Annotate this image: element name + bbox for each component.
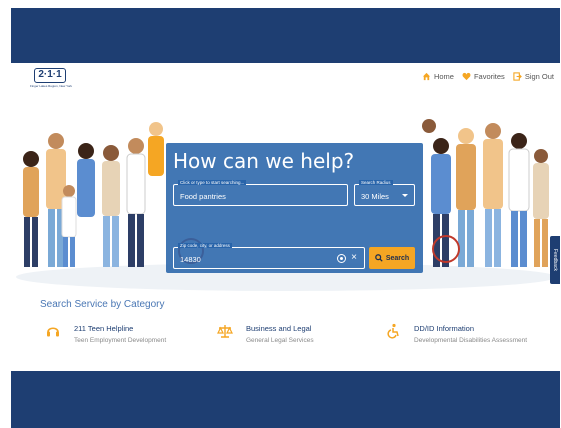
wheelchair-icon bbox=[387, 323, 399, 339]
chevron-down-icon bbox=[402, 194, 408, 197]
category-item-teen-helpline[interactable]: 211 Teen Helpline Teen Employment Develo… bbox=[45, 321, 205, 351]
service-search-label: Click or type to start searching... bbox=[178, 180, 247, 185]
search-heading: How can we help? bbox=[173, 149, 355, 173]
service-search-input[interactable]: Click or type to start searching... Food… bbox=[173, 180, 348, 206]
category-title: DD/ID Information bbox=[414, 324, 475, 333]
logo-tagline: Finger Lakes Region, New York bbox=[30, 84, 73, 88]
search-icon bbox=[374, 254, 383, 262]
locate-icon[interactable] bbox=[337, 254, 346, 263]
screenshot-frame: 2·1·1 Finger Lakes Region, New York Home… bbox=[0, 0, 561, 428]
search-button-label: Search bbox=[385, 254, 410, 262]
web-page: 2·1·1 Finger Lakes Region, New York Home… bbox=[11, 63, 560, 371]
category-title: 211 Teen Helpline bbox=[74, 324, 134, 333]
nav-home-label: Home bbox=[433, 72, 454, 81]
location-value: 14830 bbox=[180, 255, 201, 264]
nav-home[interactable]: Home bbox=[422, 72, 454, 81]
search-radius-value: 30 Miles bbox=[361, 192, 389, 201]
search-button[interactable]: Search bbox=[369, 247, 415, 269]
scales-icon bbox=[217, 325, 233, 338]
category-item-business-legal[interactable]: Business and Legal General Legal Service… bbox=[217, 321, 377, 351]
site-header: 2·1·1 Finger Lakes Region, New York Home… bbox=[11, 63, 560, 93]
bottom-banner-bar bbox=[11, 371, 560, 428]
top-nav: Home Favorites Sign Out bbox=[422, 72, 554, 81]
logo-mark: 2·1·1 bbox=[34, 68, 66, 83]
search-radius-select[interactable]: Search Radius 30 Miles bbox=[354, 180, 415, 206]
top-banner-bar bbox=[11, 8, 560, 63]
nav-favorites[interactable]: Favorites bbox=[462, 72, 505, 81]
location-label: Zip code, city, or address bbox=[178, 243, 232, 248]
search-panel: How can we help? Click or type to start … bbox=[166, 143, 423, 273]
location-input[interactable]: Zip code, city, or address 14830 × bbox=[173, 243, 365, 269]
category-subtitle: General Legal Services bbox=[246, 337, 314, 344]
people-left bbox=[23, 122, 164, 267]
headset-icon bbox=[47, 327, 59, 337]
category-subtitle: Teen Employment Development bbox=[74, 337, 167, 344]
site-logo[interactable]: 2·1·1 Finger Lakes Region, New York bbox=[30, 68, 74, 90]
feedback-tab[interactable]: Feedback bbox=[550, 236, 560, 284]
sign-out-icon bbox=[513, 72, 522, 81]
nav-favorites-label: Favorites bbox=[473, 72, 505, 81]
close-icon[interactable]: × bbox=[351, 252, 357, 263]
category-item-dd-id[interactable]: DD/ID Information Developmental Disabili… bbox=[385, 321, 555, 351]
heart-icon bbox=[462, 72, 471, 81]
nav-sign-out-label: Sign Out bbox=[524, 72, 554, 81]
nav-sign-out[interactable]: Sign Out bbox=[513, 72, 554, 81]
hero-section: How can we help? Click or type to start … bbox=[11, 101, 560, 291]
category-list: 211 Teen Helpline Teen Employment Develo… bbox=[40, 321, 560, 351]
category-title: Business and Legal bbox=[246, 324, 312, 333]
category-heading: Search Service by Category bbox=[40, 299, 165, 310]
search-radius-label: Search Radius bbox=[359, 180, 393, 185]
service-search-value: Food pantries bbox=[180, 192, 226, 201]
category-subtitle: Developmental Disabilities Assessment bbox=[414, 337, 528, 344]
home-icon bbox=[422, 72, 431, 81]
